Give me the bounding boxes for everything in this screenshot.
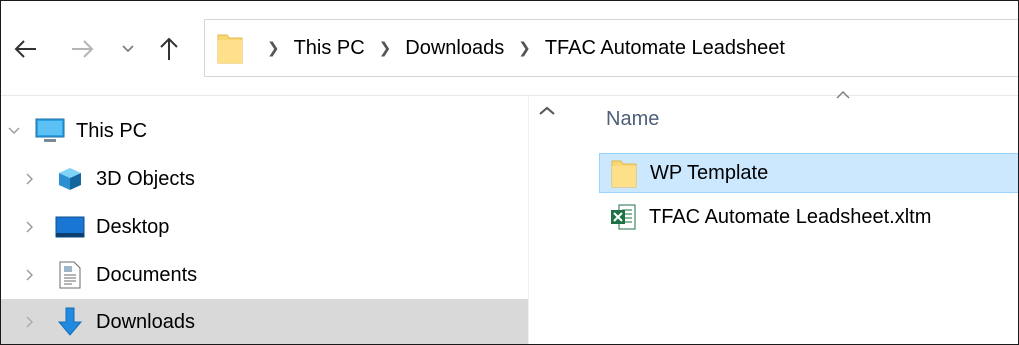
file-list-pane: Name WP Template TFAC Automate Leadsheet… <box>569 91 1018 344</box>
nav-item-this-pc[interactable]: This PC <box>1 108 528 154</box>
chevron-down-icon[interactable] <box>7 124 21 138</box>
nav-item-downloads[interactable]: Downloads <box>1 299 528 344</box>
folder-icon <box>610 158 638 188</box>
recent-locations-button[interactable] <box>119 35 137 63</box>
nav-item-label: Documents <box>96 263 198 286</box>
file-row-wp-template[interactable]: WP Template <box>599 153 1018 193</box>
documents-icon <box>55 261 85 289</box>
navigation-pane-scrollbar[interactable] <box>528 96 569 344</box>
nav-item-3d-objects[interactable]: 3D Objects <box>1 156 528 202</box>
3d-objects-icon <box>55 165 85 193</box>
folder-icon <box>217 34 243 64</box>
breadcrumb-separator-icon: ❯ <box>267 40 280 57</box>
chevron-right-icon[interactable] <box>23 268 37 282</box>
breadcrumb-separator-icon: ❯ <box>518 40 531 57</box>
desktop-icon <box>55 213 85 241</box>
file-row-xltm[interactable]: TFAC Automate Leadsheet.xltm <box>599 197 1018 237</box>
breadcrumb-separator-icon: ❯ <box>378 40 392 57</box>
up-arrow-icon <box>160 37 178 60</box>
download-arrow-icon <box>55 307 85 336</box>
address-bar[interactable]: ❯ This PC ❯ Downloads ❯ TFAC Automate Le… <box>204 19 1018 77</box>
file-name: TFAC Automate Leadsheet.xltm <box>649 205 932 228</box>
scroll-up-icon[interactable] <box>539 106 555 116</box>
chevron-right-icon[interactable] <box>23 315 37 329</box>
nav-item-desktop[interactable]: Desktop <box>1 204 528 250</box>
back-arrow-icon <box>14 40 36 58</box>
nav-item-label: 3D Objects <box>96 167 195 190</box>
file-explorer-window: ❯ This PC ❯ Downloads ❯ TFAC Automate Le… <box>0 0 1019 345</box>
file-name: WP Template <box>650 161 769 184</box>
nav-item-label: This PC <box>76 119 148 142</box>
sort-ascending-icon <box>836 91 850 99</box>
breadcrumb-downloads[interactable]: Downloads <box>405 37 504 60</box>
nav-item-label: Desktop <box>96 215 170 238</box>
column-header-label: Name <box>606 108 660 130</box>
back-button[interactable] <box>13 35 39 63</box>
excel-template-icon <box>609 202 637 232</box>
nav-item-documents[interactable]: Documents <box>1 252 528 298</box>
up-button[interactable] <box>156 35 182 63</box>
chevron-right-icon[interactable] <box>23 220 37 234</box>
name-column-header[interactable]: Name <box>569 91 1018 146</box>
navigation-bar: ❯ This PC ❯ Downloads ❯ TFAC Automate Le… <box>1 1 1018 95</box>
chevron-right-icon[interactable] <box>23 172 37 186</box>
monitor-icon <box>35 117 65 145</box>
navigation-pane: This PC 3D Objects Desktop Documents Dow… <box>1 96 528 344</box>
nav-item-label: Downloads <box>96 310 195 333</box>
chevron-down-icon <box>122 45 134 53</box>
forward-arrow-icon <box>72 40 94 58</box>
breadcrumb: ❯ This PC ❯ Downloads ❯ TFAC Automate Le… <box>217 20 785 76</box>
breadcrumb-this-pc[interactable]: This PC <box>294 37 365 60</box>
breadcrumb-current-folder[interactable]: TFAC Automate Leadsheet <box>545 37 785 60</box>
forward-button[interactable] <box>69 35 95 63</box>
